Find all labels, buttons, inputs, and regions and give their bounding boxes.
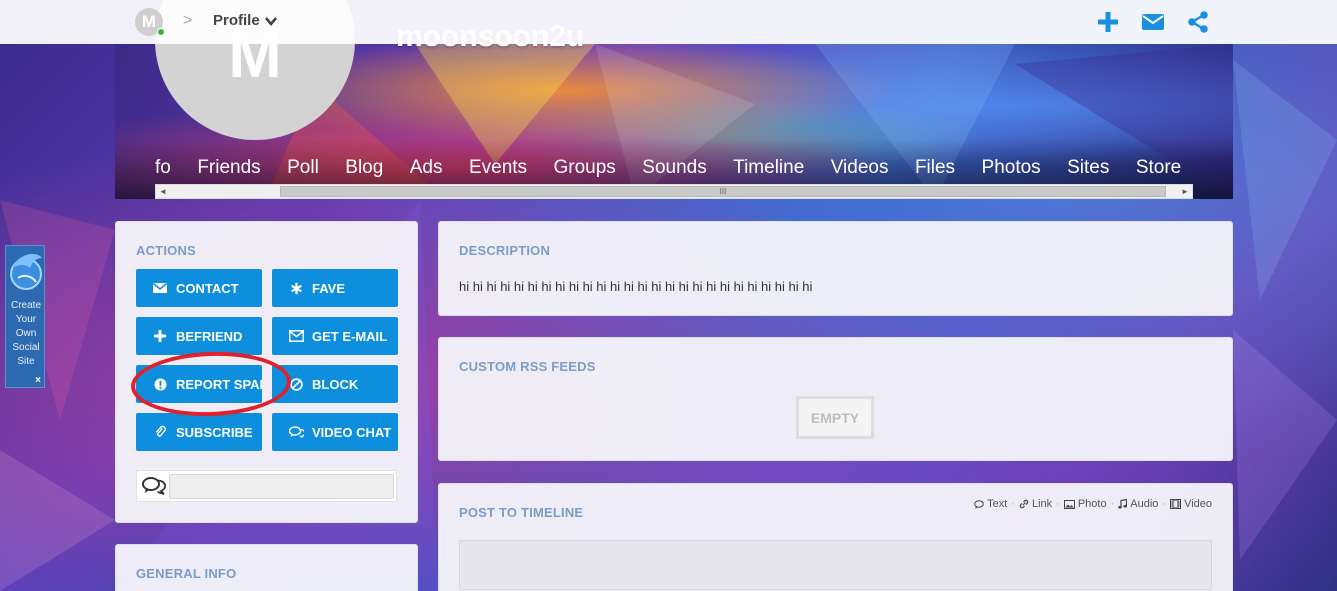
- create-social-site-widget[interactable]: Create Your Own Social Site ×: [5, 245, 45, 388]
- get-email-button[interactable]: GET E-MAIL: [272, 317, 398, 355]
- contact-label: CONTACT: [176, 280, 239, 296]
- nav-item-events[interactable]: Events: [469, 156, 527, 180]
- post-type-selector: Text · Link · Photo · Audio · Video: [974, 498, 1212, 510]
- nav-item-photos[interactable]: Photos: [982, 156, 1041, 180]
- timeline-title: POST TO TIMELINE: [459, 505, 584, 520]
- nav-item-timeline[interactable]: Timeline: [733, 156, 804, 180]
- online-status-dot: [157, 28, 165, 36]
- breadcrumb-separator: >: [183, 12, 193, 29]
- block-button[interactable]: BLOCK: [272, 365, 398, 403]
- widget-close-icon[interactable]: ×: [35, 375, 41, 386]
- share-icon[interactable]: [1186, 10, 1210, 34]
- widget-caption-line: Own: [15, 328, 37, 339]
- nav-scrollbar[interactable]: ◄ III ►: [155, 184, 1193, 199]
- link-icon: [1019, 499, 1029, 509]
- contact-button[interactable]: CONTACT: [136, 269, 262, 307]
- rss-title: CUSTOM RSS FEEDS: [459, 359, 596, 374]
- envelope-outline-icon: [288, 328, 304, 344]
- quick-message-input[interactable]: [169, 474, 394, 499]
- nav-item-files[interactable]: Files: [915, 156, 955, 180]
- befriend-label: BEFRIEND: [176, 328, 243, 344]
- nav-item-sounds[interactable]: Sounds: [642, 156, 706, 180]
- description-text: hi hi hi hi hi hi hi hi hi hi hi hi hi h…: [459, 279, 813, 294]
- fave-label: FAVE: [312, 280, 345, 296]
- rss-panel: CUSTOM RSS FEEDS EMPTY: [438, 337, 1233, 461]
- timeline-post-input[interactable]: [459, 540, 1212, 590]
- empty-badge: EMPTY: [796, 396, 874, 439]
- post-type-video[interactable]: Video: [1170, 498, 1212, 510]
- get-email-label: GET E-MAIL: [312, 328, 388, 344]
- dolphin-logo-icon: [10, 253, 42, 290]
- chat-bubbles-icon: [288, 424, 304, 440]
- comments-icon: [142, 477, 166, 495]
- post-type-photo[interactable]: Photo: [1063, 498, 1107, 510]
- widget-caption-line: Create: [10, 300, 41, 311]
- description-panel: DESCRIPTION hi hi hi hi hi hi hi hi hi h…: [438, 221, 1233, 316]
- block-label: BLOCK: [312, 376, 359, 392]
- actions-title: ACTIONS: [136, 243, 196, 258]
- timeline-panel: POST TO TIMELINE Text · Link · Photo · A…: [438, 483, 1233, 591]
- post-type-link[interactable]: Link: [1019, 498, 1052, 510]
- nav-item-friends[interactable]: Friends: [197, 156, 260, 180]
- video-chat-button[interactable]: VIDEO CHAT: [272, 413, 398, 451]
- nav-item-ads[interactable]: Ads: [410, 156, 443, 180]
- widget-caption-line: Site: [17, 356, 35, 367]
- top-bar: M > Profile: [0, 0, 1337, 44]
- post-type-audio-label: Audio: [1130, 498, 1159, 510]
- nav-item-blog[interactable]: Blog: [345, 156, 383, 180]
- general-info-title: GENERAL INFO: [136, 566, 237, 581]
- fave-button[interactable]: FAVE: [272, 269, 398, 307]
- nav-item-groups[interactable]: Groups: [554, 156, 616, 180]
- nav-item-info[interactable]: fo: [155, 156, 171, 180]
- post-type-audio[interactable]: Audio: [1118, 498, 1158, 510]
- music-icon: [1118, 499, 1128, 509]
- video-chat-label: VIDEO CHAT: [312, 424, 392, 440]
- film-icon: [1170, 499, 1182, 509]
- plus-icon: [152, 328, 168, 344]
- quick-message-row: [136, 470, 397, 502]
- envelope-icon[interactable]: [1141, 10, 1165, 34]
- scroll-left-arrow[interactable]: ◄: [156, 185, 170, 198]
- scroll-right-arrow[interactable]: ►: [1178, 185, 1192, 198]
- scroll-thumb[interactable]: III: [280, 186, 1166, 197]
- nav-item-sites[interactable]: Sites: [1067, 156, 1109, 180]
- picture-icon: [1063, 499, 1075, 509]
- post-type-text[interactable]: Text: [974, 498, 1007, 510]
- profile-nav: fo Friends Poll Blog Ads Events Groups S…: [155, 156, 1193, 184]
- general-info-panel: GENERAL INFO: [115, 544, 418, 591]
- scroll-thumb-grip: III: [719, 187, 727, 196]
- asterisk-icon: [288, 280, 304, 296]
- widget-caption: Create Your Own Social Site: [6, 299, 46, 369]
- nav-item-store[interactable]: Store: [1136, 156, 1181, 180]
- chevron-down-icon: [264, 16, 277, 26]
- subscribe-button[interactable]: SUBSCRIBE: [136, 413, 262, 451]
- description-title: DESCRIPTION: [459, 243, 551, 258]
- comment-icon: [974, 499, 984, 509]
- plus-icon[interactable]: [1096, 10, 1120, 34]
- post-type-link-label: Link: [1031, 498, 1053, 510]
- post-type-text-label: Text: [987, 498, 1008, 510]
- post-type-photo-label: Photo: [1077, 498, 1107, 510]
- nav-item-videos[interactable]: Videos: [831, 156, 889, 180]
- widget-caption-line: Social: [12, 342, 40, 353]
- subscribe-label: SUBSCRIBE: [176, 424, 253, 440]
- widget-caption-line: Your: [15, 314, 37, 325]
- nav-item-poll[interactable]: Poll: [287, 156, 319, 180]
- post-type-video-label: Video: [1184, 498, 1212, 510]
- paperclip-icon: [152, 424, 168, 440]
- profile-dropdown-label: Profile: [213, 12, 260, 29]
- profile-dropdown[interactable]: Profile: [213, 12, 278, 29]
- befriend-button[interactable]: BEFRIEND: [136, 317, 262, 355]
- envelope-icon: [152, 280, 168, 296]
